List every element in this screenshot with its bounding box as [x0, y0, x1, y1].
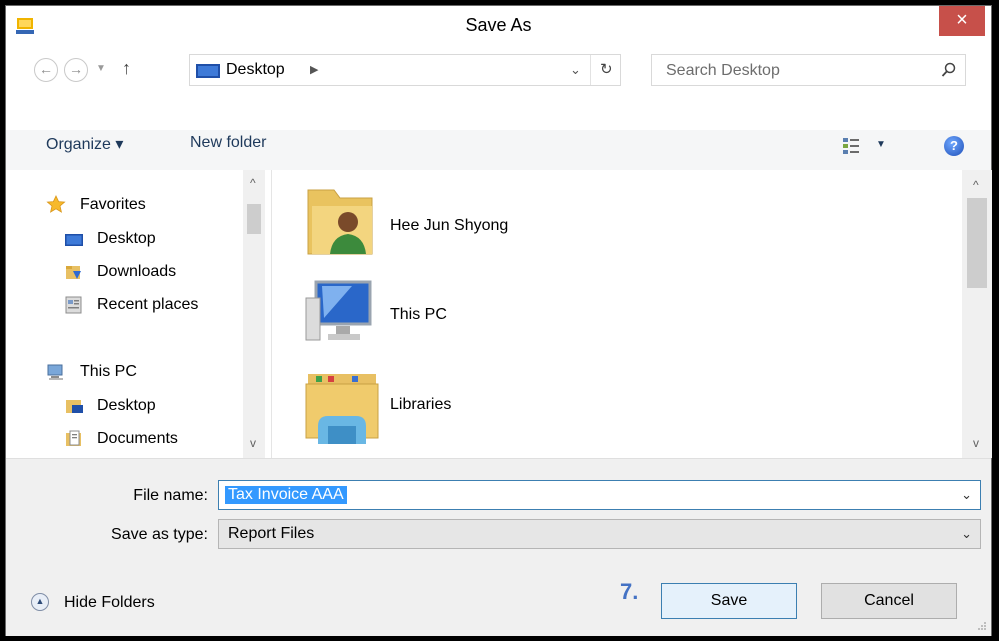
help-icon[interactable]: ?	[944, 136, 964, 156]
nav-favorites[interactable]: Favorites	[80, 196, 146, 214]
organize-menu[interactable]: Organize ▾	[46, 134, 123, 154]
save-type-value[interactable]: Report Files	[225, 525, 317, 543]
downloads-icon	[66, 266, 81, 279]
address-bar[interactable]: Desktop ▶ ⌄ ↻	[189, 54, 621, 86]
address-text[interactable]: Desktop	[226, 61, 285, 79]
title-bar: Save As ×	[6, 6, 991, 46]
close-button[interactable]: ×	[939, 6, 985, 36]
libraries-icon[interactable]	[302, 368, 382, 448]
star-icon	[46, 195, 66, 213]
search-input[interactable]: Search Desktop	[666, 62, 780, 80]
forward-button[interactable]: →	[64, 58, 88, 82]
hide-folders-button[interactable]: Hide Folders	[64, 594, 155, 612]
file-name-dropdown-icon[interactable]: ⌄	[961, 487, 972, 503]
computer-icon[interactable]	[302, 278, 382, 348]
search-box[interactable]: Search Desktop	[651, 54, 966, 86]
nav-documents[interactable]: Documents	[97, 430, 178, 448]
hide-folders-icon[interactable]: ▲	[31, 593, 49, 611]
nav-scroll-thumb[interactable]	[247, 204, 261, 234]
window-title: Save As	[465, 15, 532, 35]
file-name-label: File name:	[133, 487, 208, 504]
save-type-label: Save as type:	[111, 526, 208, 543]
nav-pc-desktop[interactable]: Desktop	[97, 397, 156, 415]
content-scroll-up-arrow[interactable]: ^	[973, 178, 979, 192]
recent-locations-dropdown[interactable]: ▼	[96, 63, 106, 74]
documents-icon	[66, 430, 81, 446]
save-type-select[interactable]: Report Files ⌄	[218, 519, 981, 549]
back-button[interactable]: ←	[34, 58, 58, 82]
content-scroll-down-arrow[interactable]: v	[973, 436, 979, 450]
address-dropdown-icon[interactable]: ⌄	[570, 62, 581, 78]
new-folder-button[interactable]: New folder	[190, 134, 266, 152]
file-name-value[interactable]: Tax Invoice AAA	[225, 486, 347, 504]
nav-scroll-up-arrow[interactable]: ^	[250, 176, 256, 190]
desktop-icon	[196, 64, 220, 78]
view-dropdown-icon[interactable]: ▼	[876, 139, 886, 150]
file-name-field[interactable]: Tax Invoice AAA ⌄	[218, 480, 981, 510]
up-button[interactable]: ↑	[122, 58, 131, 79]
save-button[interactable]: Save	[661, 583, 797, 619]
nav-recent-places[interactable]: Recent places	[97, 296, 198, 314]
nav-downloads[interactable]: Downloads	[97, 263, 176, 281]
file-list-scrollbar[interactable]: ^ v	[962, 170, 992, 458]
address-separator	[590, 55, 591, 85]
navigation-pane: Favorites Desktop Downloads Recent place…	[6, 170, 271, 458]
desktop-folder-icon	[66, 400, 83, 413]
refresh-icon[interactable]: ↻	[600, 60, 613, 78]
address-chevron-icon[interactable]: ▶	[310, 63, 318, 76]
step-marker: 7.	[620, 579, 639, 604]
save-type-dropdown-icon[interactable]: ⌄	[961, 526, 972, 542]
file-list: Hee Jun Shyong This PC Libraries	[272, 170, 962, 458]
nav-pane-scrollbar[interactable]: ^ v	[243, 170, 265, 458]
content-scroll-thumb[interactable]	[967, 198, 987, 288]
save-as-dialog: Save As × ← → ▼ ↑ Desktop ▶ ⌄ ↻ Search D…	[5, 5, 992, 636]
search-icon[interactable]	[941, 62, 957, 78]
file-item-this-pc[interactable]: This PC	[390, 306, 447, 324]
computer-icon	[47, 364, 63, 380]
resize-grip-icon[interactable]	[977, 621, 987, 631]
cancel-button[interactable]: Cancel	[821, 583, 957, 619]
recent-places-icon	[65, 296, 82, 314]
navigation-bar: ← → ▼ ↑ Desktop ▶ ⌄ ↻ Search Desktop	[6, 46, 991, 90]
desktop-icon	[65, 234, 83, 246]
user-folder-icon[interactable]	[302, 182, 382, 258]
view-options-icon[interactable]	[842, 137, 860, 155]
nav-scroll-down-arrow[interactable]: v	[250, 436, 256, 450]
nav-desktop[interactable]: Desktop	[97, 230, 156, 248]
file-item-libraries[interactable]: Libraries	[390, 396, 451, 414]
file-item-user-folder[interactable]: Hee Jun Shyong	[390, 217, 508, 235]
nav-this-pc[interactable]: This PC	[80, 363, 137, 381]
